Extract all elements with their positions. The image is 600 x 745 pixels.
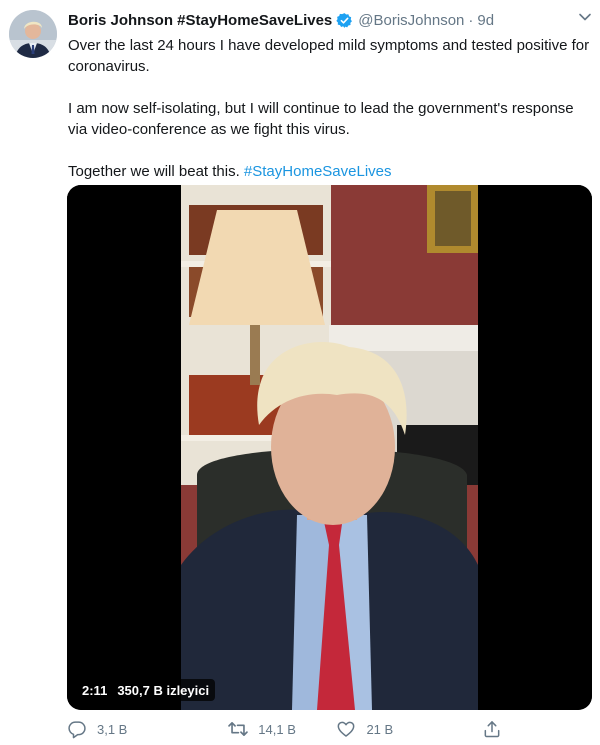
share-button[interactable] [481, 716, 512, 742]
tweet-text: Over the last 24 hours I have developed … [68, 35, 596, 182]
video-duration: 2:11 [82, 682, 108, 698]
retweet-icon [227, 718, 249, 740]
tweet-paragraph-2: I am now self-isolating, but I will cont… [68, 100, 574, 138]
reply-icon [66, 718, 88, 740]
tweet-paragraph-3-text: Together we will beat this. [68, 163, 244, 180]
verified-badge-icon [336, 12, 353, 29]
like-count: 21 B [366, 721, 394, 737]
reply-count: 3,1 B [97, 721, 128, 737]
video-view-count: 350,7 B izleyici [117, 682, 210, 698]
tweet-paragraph-3: Together we will beat this. #StayHomeSav… [68, 161, 596, 182]
tweet-timestamp[interactable]: 9d [477, 12, 494, 29]
tweet-header: Boris Johnson #StayHomeSaveLives @BorisJ… [68, 10, 494, 30]
author-name[interactable]: Boris Johnson #StayHomeSaveLives [68, 12, 332, 29]
tweet: Boris Johnson #StayHomeSaveLives @BorisJ… [0, 0, 600, 745]
chevron-down-icon[interactable] [578, 10, 592, 24]
tweet-actions: 3,1 B 14,1 B 21 B [66, 716, 512, 742]
tweet-paragraph-1: Over the last 24 hours I have developed … [68, 37, 590, 75]
retweet-count: 14,1 B [258, 721, 296, 737]
share-icon [481, 718, 503, 740]
author-avatar[interactable] [9, 10, 57, 58]
like-button[interactable]: 21 B [335, 716, 481, 742]
author-handle[interactable]: @BorisJohnson [358, 12, 464, 29]
header-separator: · [468, 11, 474, 29]
video-frame [67, 185, 592, 710]
hashtag-link[interactable]: #StayHomeSaveLives [244, 163, 392, 180]
video-info-badge: 2:11 350,7 B izleyici [76, 679, 216, 701]
reply-button[interactable]: 3,1 B [66, 716, 227, 742]
heart-icon [335, 718, 357, 740]
video-player[interactable]: 2:11 350,7 B izleyici [67, 185, 592, 710]
retweet-button[interactable]: 14,1 B [227, 716, 335, 742]
